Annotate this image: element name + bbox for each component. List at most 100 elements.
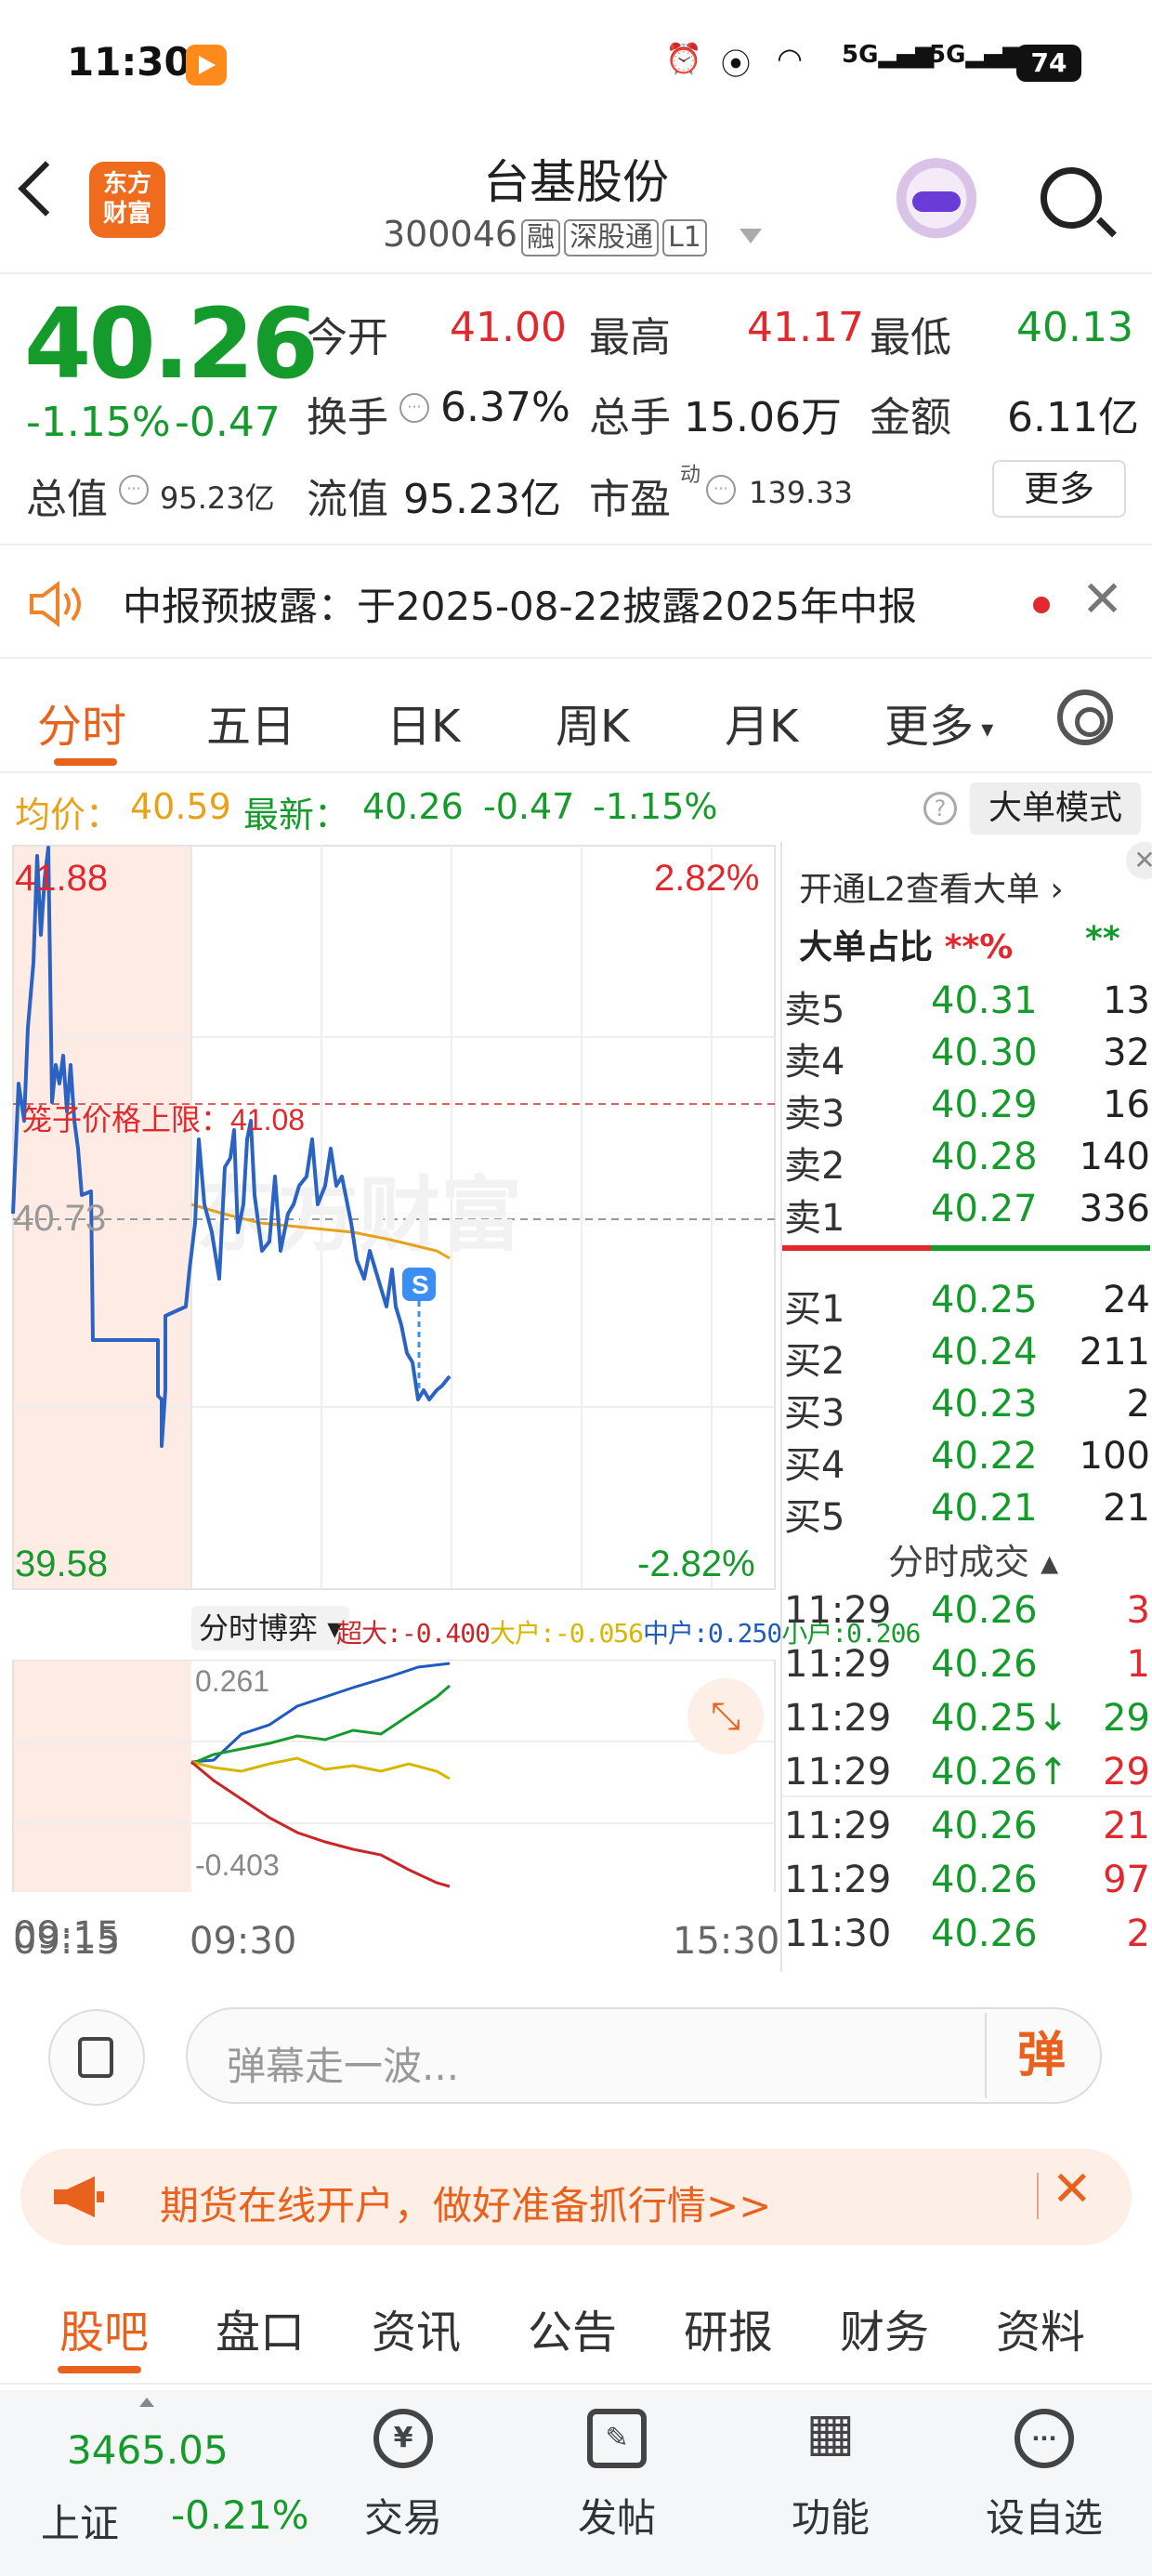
trades-title[interactable]: 分时成交 ▴ <box>888 1533 1058 1584</box>
avg-value: 40.59 <box>130 786 231 827</box>
tab-announcements[interactable]: 公告 <box>528 2295 617 2360</box>
tab-research[interactable]: 研报 <box>684 2295 773 2360</box>
post-button[interactable]: ✎ 发帖 <box>524 2409 710 2543</box>
buy-row: 买5 40.21 21 <box>782 1483 1152 1539</box>
row-qty: 13 <box>1103 979 1150 1022</box>
volume-value: 15.06万 <box>684 394 842 441</box>
trade-button[interactable]: ¥ 交易 <box>310 2409 496 2543</box>
assistant-robot-avatar[interactable] <box>892 158 981 247</box>
row-label: 卖2 <box>784 1145 845 1188</box>
add-watchlist-button[interactable]: ··· 设自选 <box>951 2409 1137 2543</box>
row-qty: 16 <box>1103 1084 1150 1126</box>
row-label: 11:29 <box>784 1697 892 1740</box>
avg-label: 均价： <box>15 795 122 835</box>
latest-change: -0.47 <box>483 786 575 827</box>
row-qty: 32 <box>1103 1032 1150 1074</box>
y-axis-low: 39.58 <box>15 1544 108 1584</box>
danmu-send-button[interactable]: 弹 <box>985 2013 1096 2098</box>
mktcap-label: 总值 <box>26 476 108 523</box>
float-value: 95.23亿 <box>403 476 561 523</box>
tab-news[interactable]: 资讯 <box>372 2295 461 2360</box>
row-price: 40.25↓ <box>931 1697 1069 1740</box>
tag-margin: 融 <box>521 219 561 256</box>
row-price: 40.26 <box>931 1805 1038 1847</box>
tab-orderbook[interactable]: 盘口 <box>216 2295 305 2360</box>
row-label: 买5 <box>784 1496 845 1539</box>
tab-weekly-k[interactable]: 周K <box>556 690 629 755</box>
tag-level: L1 <box>662 219 707 256</box>
current-price: 40.26 <box>24 287 319 401</box>
header: 东方 财富 台基股份 300046 融深股通 L1 <box>0 130 1152 274</box>
status-bar: 11:30 ⏰ ⦿ ◠ 5G▂▄▆ 5G▂▄▆ 74 <box>0 0 1152 130</box>
location-icon: ⦿ <box>721 46 752 82</box>
info-dots-icon[interactable]: ··· <box>119 475 149 505</box>
order-book: 开通L2查看大单 › ✕ 大单占比 **% ** 卖5 40.31 13 卖4 40.30… <box>780 842 1152 1972</box>
expand-up-icon[interactable] <box>139 2398 154 2407</box>
mktcap-value: 95.23亿 <box>160 480 275 516</box>
trade-row: 11:29 40.25↓ 29 <box>782 1693 1152 1745</box>
info-dots-icon[interactable]: ··· <box>706 475 736 505</box>
sub-chart-selector[interactable]: 分时博弈 ▾ <box>191 1606 350 1650</box>
intraday-chart[interactable]: 东方财富 S 41.88 2.82% 40.73 笼子价格上限：41.08 39… <box>0 842 777 1595</box>
trade-row: 11:29 40.26 3 <box>782 1585 1152 1637</box>
tab-more[interactable]: 更多 ▾ <box>884 690 993 755</box>
sell-pressure-bar <box>782 1245 931 1251</box>
close-icon[interactable]: ✕ <box>1081 570 1123 628</box>
row-price: 40.31 <box>931 979 1038 1022</box>
status-time: 11:30 <box>67 39 191 85</box>
sub-axis-bottom: -0.403 <box>195 1848 280 1882</box>
tab-five-day[interactable]: 五日 <box>206 690 295 755</box>
sell-row: 卖3 40.29 16 <box>782 1080 1152 1136</box>
tab-forum[interactable]: 股吧 <box>59 2295 149 2360</box>
index-value[interactable]: 3465.05 <box>67 2427 229 2473</box>
large-line <box>190 1756 451 1781</box>
tab-monthly-k[interactable]: 月K <box>725 690 798 755</box>
functions-button[interactable]: ▦ 功能 <box>738 2407 923 2543</box>
info-dots-icon[interactable]: ··· <box>399 393 429 423</box>
high-value: 41.17 <box>747 304 864 351</box>
float-label: 流值 <box>307 476 388 523</box>
help-icon[interactable]: ? <box>923 792 957 825</box>
tab-profile[interactable]: 资料 <box>996 2295 1085 2360</box>
trade-row: 11:29 40.26↑ 29 <box>782 1747 1152 1799</box>
gear-icon[interactable] <box>1057 690 1113 745</box>
index-name: 上证 <box>41 2501 120 2546</box>
legend-medium: 中户:0.250 <box>643 1618 782 1649</box>
stock-code-line[interactable]: 300046 融深股通 L1 <box>383 214 707 256</box>
change-pct: -1.15% <box>26 399 171 446</box>
close-icon[interactable]: ✕ <box>1126 842 1152 879</box>
row-price: 40.24 <box>931 1331 1038 1373</box>
danmu-placeholder: 弹幕走一波... <box>227 2044 460 2089</box>
pe-value: 139.33 <box>749 475 853 510</box>
legend-large: 大户:-0.056 <box>490 1618 644 1649</box>
order-flow-chart[interactable]: 分时博弈 ▾ 超大:-0.400大户:-0.056中户:0.250小户:0.20… <box>0 1595 921 1957</box>
tab-daily-k[interactable]: 日K <box>386 690 460 755</box>
chevron-down-icon[interactable] <box>740 229 762 243</box>
big-order-mode-button[interactable]: 大单模式 <box>970 782 1141 835</box>
expand-icon[interactable]: ⤡ <box>687 1678 764 1755</box>
tab-financials[interactable]: 财务 <box>840 2295 929 2360</box>
row-qty: 1 <box>1126 1643 1150 1686</box>
row-price: 40.29 <box>931 1084 1038 1126</box>
legend-super: 超大:-0.400 <box>336 1618 491 1649</box>
search-icon[interactable] <box>1041 167 1102 229</box>
close-icon[interactable]: ✕ <box>1052 2162 1093 2217</box>
more-button[interactable]: 更多 <box>992 460 1126 518</box>
active-tab-underline <box>54 758 117 766</box>
pct-axis-high: 2.82% <box>654 858 759 899</box>
big-order-ratio: 大单占比 **% ** <box>799 920 1120 966</box>
l2-link[interactable]: 开通L2查看大单 › <box>799 862 1064 911</box>
tab-intraday[interactable]: 分时 <box>37 690 126 755</box>
notice-bar[interactable]: 中报预披露：于2025-08-22披露2025年中报 ✕ <box>0 547 1152 659</box>
active-subtab-underline <box>58 2366 141 2373</box>
row-label: 卖1 <box>784 1197 845 1240</box>
row-qty: 24 <box>1103 1279 1150 1321</box>
x-axis-0930: 09:30 <box>190 1920 297 1963</box>
danmu-settings-icon[interactable] <box>48 2009 145 2106</box>
row-label: 11:29 <box>784 1589 892 1632</box>
danmu-bar: 弹幕走一波... 弹 <box>0 1972 1152 2135</box>
x-axis-0915: 09:15 <box>13 1920 121 1963</box>
pct-axis-low: -2.82% <box>637 1544 755 1584</box>
row-price: 40.30 <box>931 1032 1038 1074</box>
signal-5g-2-icon: 5G▂▄▆ <box>929 41 1022 69</box>
